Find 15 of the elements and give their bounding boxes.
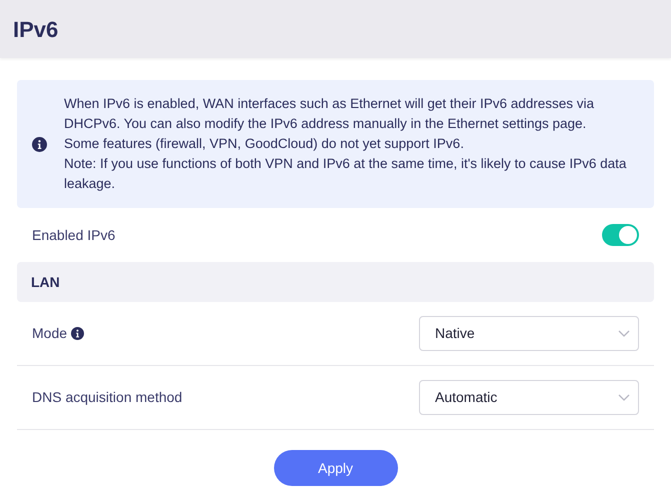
- select-field[interactable]: Automatic: [419, 380, 639, 415]
- select-field[interactable]: Native: [419, 316, 639, 351]
- notice-text: When IPv6 is enabled, WAN interfaces such as Ethernet will get their IPv6 addresses via DHCPv6. You can also modify the IPv6 address manually in the Ethernet settings page.: [64, 95, 596, 133]
- field-label: DNS acquisition method: [32, 388, 182, 407]
- page-title: IPv6: [13, 16, 58, 44]
- field-label: Mode: [32, 324, 68, 343]
- toggle-switch[interactable]: [602, 224, 639, 246]
- enable-label: Enabled IPv6: [32, 226, 116, 244]
- section-title: LAN: [31, 272, 60, 292]
- notice-text: Some features (firewall, VPN, GoodCloud) do not yet support IPv6.: [64, 135, 465, 153]
- chevron-down-icon: [618, 330, 630, 338]
- apply-button[interactable]: Apply: [274, 450, 398, 486]
- notice-text: Note: If you use functions of both VPN and IPv6 at the same time, it's likely to cause IPv6 data leakage.: [64, 155, 628, 193]
- info-icon: [32, 136, 47, 152]
- chevron-down-icon: [618, 394, 630, 402]
